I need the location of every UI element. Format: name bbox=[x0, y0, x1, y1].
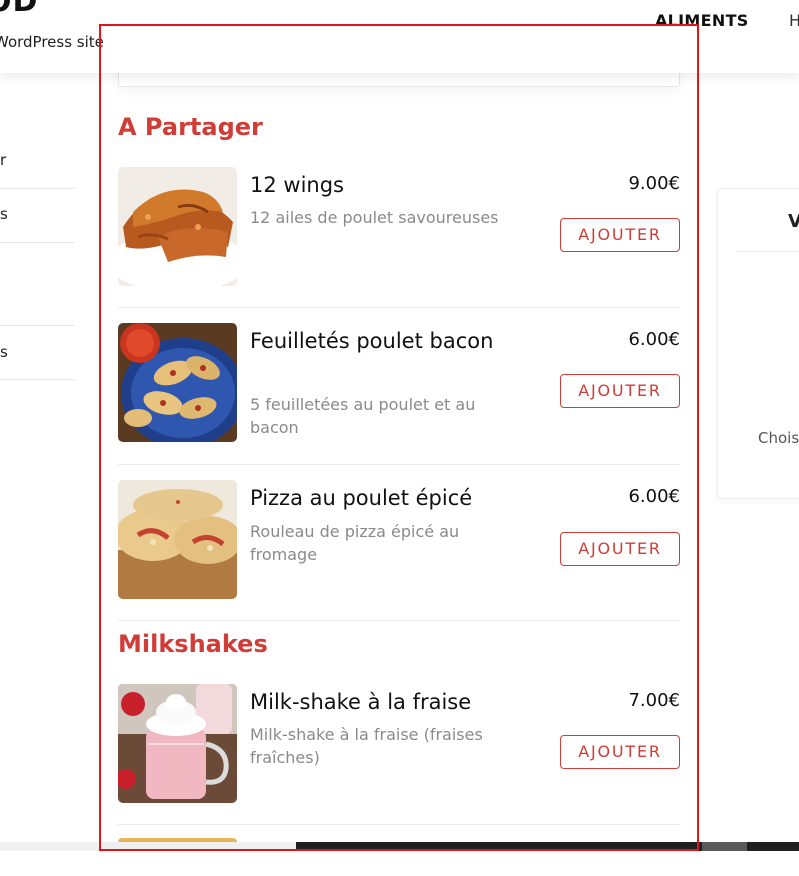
menu-item: Milk-shake à la fraise Milk-shake à la f… bbox=[118, 684, 680, 804]
sidebar-divider bbox=[0, 325, 75, 326]
menu-item: Feuilletés poulet bacon 5 feuilletées au… bbox=[118, 323, 680, 453]
sidebar-divider bbox=[0, 242, 75, 243]
item-price: 9.00€ bbox=[628, 173, 680, 194]
menu-item: Pizza au poulet épicé Rouleau de pizza é… bbox=[118, 480, 680, 600]
pizza-roll-image bbox=[118, 480, 237, 599]
add-to-cart-button[interactable]: AJOUTER bbox=[560, 218, 680, 252]
site-tagline: WordPress site bbox=[0, 33, 104, 51]
item-description: 12 ailes de poulet savoureuses bbox=[250, 208, 499, 227]
item-price: 6.00€ bbox=[628, 486, 680, 507]
section-title-milkshakes: Milkshakes bbox=[118, 630, 268, 658]
menu-item: 12 wings 12 ailes de poulet savoureuses … bbox=[118, 167, 680, 287]
item-name: 12 wings bbox=[250, 173, 344, 197]
item-description: 5 feuilletées au poulet et au bacon bbox=[250, 395, 476, 437]
puff-pastry-image bbox=[118, 323, 237, 442]
strawberry-milkshake-image bbox=[118, 684, 237, 803]
item-divider bbox=[118, 464, 680, 465]
cart-divider bbox=[737, 251, 799, 252]
item-description: Milk-shake à la fraise (fraises fraîches… bbox=[250, 725, 483, 767]
sidebar-divider bbox=[0, 379, 75, 380]
sidebar-item[interactable]: s bbox=[0, 343, 75, 361]
item-divider bbox=[118, 620, 680, 621]
cart-title: V bbox=[788, 211, 799, 232]
item-name: Feuilletés poulet bacon bbox=[250, 329, 494, 353]
item-name: Pizza au poulet épicé bbox=[250, 486, 473, 510]
add-to-cart-button[interactable]: AJOUTER bbox=[560, 735, 680, 769]
item-divider bbox=[118, 824, 680, 825]
item-name: Milk-shake à la fraise bbox=[250, 690, 472, 714]
cart-empty-text: Chois bbox=[758, 429, 799, 447]
item-price: 7.00€ bbox=[628, 690, 680, 711]
item-price: 6.00€ bbox=[628, 329, 680, 350]
site-header: OD WordPress site ALIMENTS H bbox=[0, 0, 799, 73]
sidebar-item[interactable]: r bbox=[0, 151, 75, 169]
add-to-cart-button[interactable]: AJOUTER bbox=[560, 532, 680, 566]
nav-item-aliments[interactable]: ALIMENTS bbox=[655, 11, 749, 30]
nav-item-next[interactable]: H bbox=[789, 11, 799, 30]
sidebar-item[interactable]: s bbox=[0, 205, 75, 223]
cart-card: V Chois bbox=[717, 188, 799, 499]
item-divider bbox=[118, 307, 680, 308]
site-title[interactable]: OD bbox=[0, 0, 38, 19]
wings-image bbox=[118, 167, 237, 286]
add-to-cart-button[interactable]: AJOUTER bbox=[560, 374, 680, 408]
item-description: Rouleau de pizza épicé au fromage bbox=[250, 522, 460, 564]
section-title-a-partager: A Partager bbox=[118, 113, 263, 141]
sidebar-divider bbox=[0, 188, 75, 189]
scrollbar-thumb-highlight bbox=[702, 842, 747, 851]
